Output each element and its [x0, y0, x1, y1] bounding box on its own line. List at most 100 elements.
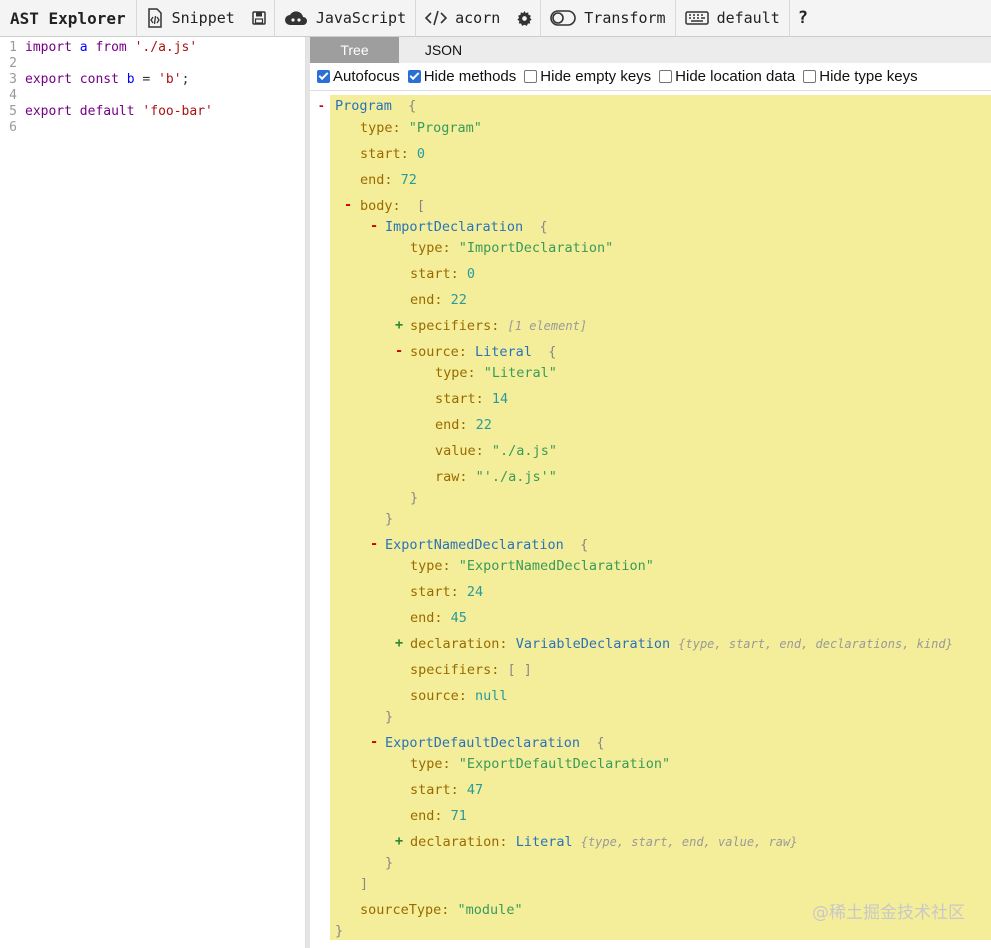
tree-brace: } — [410, 490, 419, 506]
transform-toggle[interactable]: Transform — [541, 0, 674, 37]
tree-bracket: ] — [360, 876, 369, 892]
gear-icon — [517, 10, 532, 26]
parser-settings-button[interactable] — [509, 0, 540, 37]
option-hide-location-data[interactable]: Hide location data — [659, 68, 795, 85]
collapse-toggle[interactable]: - — [370, 734, 378, 750]
expand-toggle[interactable]: + — [395, 635, 403, 651]
option-hide-methods[interactable]: Hide methods — [407, 68, 517, 85]
tree-prop-declaration[interactable]: declaration: Literal {type, start, end, … — [410, 833, 797, 851]
code-line: 4 — [0, 88, 305, 104]
tree-prop: type: "ExportDefaultDeclaration" — [410, 756, 671, 772]
code-line-text: export const b = 'b'; — [25, 72, 190, 87]
output-tabs: Tree JSON — [310, 37, 991, 63]
code-line: 6 — [0, 120, 305, 136]
save-button[interactable] — [244, 0, 274, 37]
tree-prop: start: 47 — [410, 782, 484, 798]
save-icon — [252, 11, 266, 25]
toolbar: AST Explorer Snippet JavaScript acorn Tr… — [0, 0, 991, 37]
ast-tree: Program { type: "Program" start: 0 end: … — [330, 95, 991, 940]
tree-prop: raw: "'./a.js'" — [435, 469, 557, 485]
code-icon — [425, 10, 448, 26]
keymap-label: default — [716, 9, 780, 27]
collapse-toggle[interactable]: - — [370, 536, 378, 552]
code-editor[interactable]: 1 import a from './a.js' 2 3 export cons… — [0, 37, 306, 948]
tree-brace: } — [385, 855, 394, 871]
tree-options: Autofocus Hide methods Hide empty keys H… — [310, 63, 991, 91]
line-number: 3 — [9, 72, 17, 87]
option-autofocus[interactable]: Autofocus — [317, 68, 400, 85]
cloud-icon — [284, 10, 308, 26]
parser-label: acorn — [455, 9, 501, 27]
tree-node-export-default-declaration[interactable]: ExportDefaultDeclaration { — [385, 734, 604, 752]
tab-json[interactable]: JSON — [399, 37, 488, 63]
code-line: 2 — [0, 56, 305, 72]
parser-selector[interactable]: acorn — [416, 0, 509, 37]
tree-prop: start: 24 — [410, 584, 484, 600]
tree-prop: start: 0 — [410, 266, 476, 282]
tree-prop-body[interactable]: body: [ — [360, 197, 425, 215]
snippet-menu-button[interactable]: Snippet — [137, 0, 244, 37]
ast-tree-container: - Program { type: "Program" start: 0 end… — [310, 91, 991, 948]
expand-toggle[interactable]: + — [395, 317, 403, 333]
tree-prop-source[interactable]: source: Literal { — [410, 343, 556, 361]
tree-prop: type: "Literal" — [435, 365, 557, 381]
output-panel: Tree JSON Autofocus Hide methods Hide em… — [310, 37, 991, 948]
tree-node-export-named-declaration[interactable]: ExportNamedDeclaration { — [385, 536, 588, 554]
tab-tree[interactable]: Tree — [310, 37, 399, 63]
option-hide-type-keys[interactable]: Hide type keys — [803, 68, 918, 85]
tree-prop: type: "ExportNamedDeclaration" — [410, 558, 654, 574]
tree-node-import-declaration[interactable]: ImportDeclaration { — [385, 218, 548, 236]
tree-prop: end: 72 — [360, 172, 417, 188]
language-label: JavaScript — [315, 9, 407, 27]
autofocus-checkbox[interactable] — [317, 70, 330, 83]
option-label: Autofocus — [333, 68, 400, 85]
tree-prop: specifiers: [ ] — [410, 662, 532, 678]
collapse-toggle[interactable]: - — [344, 197, 352, 213]
transform-label: Transform — [584, 9, 666, 27]
line-number: 1 — [9, 40, 17, 55]
option-label: Hide location data — [675, 68, 796, 85]
tree-prop: type: "Program" — [360, 120, 482, 136]
tree-prop: source: null — [410, 688, 508, 704]
code-file-icon — [146, 8, 164, 28]
option-hide-empty-keys[interactable]: Hide empty keys — [524, 68, 651, 85]
tree-prop-declaration[interactable]: declaration: VariableDeclaration {type, … — [410, 635, 953, 653]
option-label: Hide methods — [423, 68, 517, 85]
hide-type-keys-checkbox[interactable] — [803, 70, 817, 83]
option-label: Hide type keys — [819, 68, 918, 85]
tree-brace: } — [385, 709, 394, 725]
hide-location-data-checkbox[interactable] — [659, 70, 673, 83]
tree-brace: } — [335, 923, 344, 939]
help-button[interactable]: ? — [790, 0, 816, 37]
tree-prop: end: 71 — [410, 808, 467, 824]
hide-empty-keys-checkbox[interactable] — [524, 70, 538, 83]
tree-prop: sourceType: "module" — [360, 902, 523, 918]
tree-prop-specifiers[interactable]: specifiers: [1 element] — [410, 317, 587, 335]
line-number: 6 — [9, 120, 17, 135]
collapse-toggle[interactable]: - — [395, 343, 403, 359]
tree-prop: end: 45 — [410, 610, 467, 626]
tree-prop: type: "ImportDeclaration" — [410, 240, 614, 256]
tree-prop: start: 14 — [435, 391, 509, 407]
tree-node-program[interactable]: Program { — [335, 97, 416, 115]
line-number: 4 — [9, 88, 17, 103]
collapse-toggle[interactable]: - — [319, 97, 324, 113]
tree-brace: } — [385, 511, 394, 527]
line-number: 5 — [9, 104, 17, 119]
tree-prop: value: "./a.js" — [435, 443, 557, 459]
language-selector[interactable]: JavaScript — [275, 0, 415, 37]
expand-toggle[interactable]: + — [395, 833, 403, 849]
tree-prop: end: 22 — [410, 292, 467, 308]
code-line: 5 export default 'foo-bar' — [0, 104, 305, 120]
tree-prop: start: 0 — [360, 146, 426, 162]
hide-methods-checkbox[interactable] — [407, 70, 421, 83]
code-line: 3 export const b = 'b'; — [0, 72, 305, 88]
toggle-off-icon — [550, 10, 577, 26]
collapse-toggle[interactable]: - — [370, 218, 378, 234]
code-line: 1 import a from './a.js' — [0, 40, 305, 56]
line-number: 2 — [9, 56, 17, 71]
help-icon: ? — [797, 8, 809, 28]
keymap-selector[interactable]: default — [676, 0, 789, 37]
keyboard-icon — [684, 10, 709, 26]
tree-prop: end: 22 — [435, 417, 492, 433]
